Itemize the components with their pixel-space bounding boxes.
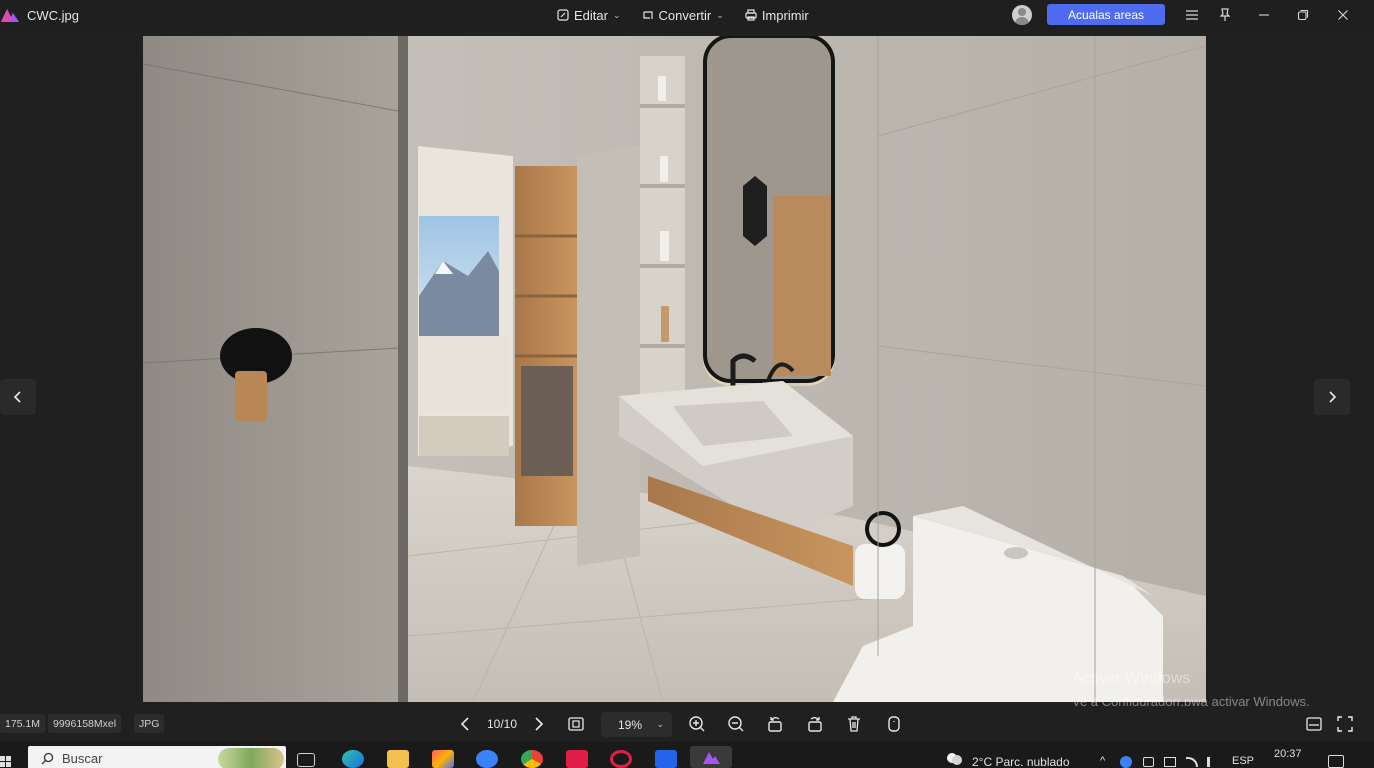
activation-watermark-title: Activer Windows	[1072, 670, 1191, 687]
format-badge: JPG	[134, 714, 165, 733]
device-frame-icon	[888, 716, 900, 732]
os-taskbar: Buscar 2°C Parc. nublado ^ ESP 20:37	[0, 742, 1374, 768]
zoom-out-icon	[728, 716, 744, 732]
chrome-browser-icon[interactable]	[521, 750, 543, 768]
previous-image-button[interactable]	[0, 379, 36, 415]
trash-icon	[848, 716, 860, 732]
windows-start-icon[interactable]	[0, 756, 12, 768]
app-logo-icon	[703, 752, 720, 764]
zoom-out-button[interactable]	[726, 714, 746, 734]
rotate-left-icon	[768, 717, 782, 732]
app-logo-icon	[1, 9, 19, 22]
filmstrip-icon	[1306, 717, 1322, 731]
battery-icon[interactable]	[1164, 757, 1176, 767]
window-title: CWC.jpg	[27, 8, 80, 23]
active-viewer-app-icon[interactable]	[690, 746, 732, 768]
photos-app-icon[interactable]	[432, 750, 454, 768]
bottom-toolbar: 175.1M 9996158Mxel JPG 10/10 19% ⌄	[0, 706, 1374, 742]
fit-window-icon	[568, 717, 584, 731]
chevron-down-icon: ⌄	[612, 9, 621, 20]
edit-label: Editar	[574, 7, 608, 23]
task-view-icon[interactable]	[297, 753, 315, 767]
volume-icon[interactable]	[1207, 757, 1219, 767]
info-button[interactable]	[884, 714, 904, 734]
edit-icon	[557, 9, 569, 21]
user-avatar[interactable]	[1012, 5, 1032, 25]
title-toolbar: Editar ⌄ Convertir ⌄ Imprimir	[556, 5, 809, 25]
image-viewer-window: CWC.jpg Editar ⌄ Convertir ⌄ Imprimir Ac…	[0, 0, 1374, 768]
fit-to-window-button[interactable]	[566, 714, 586, 734]
chevron-left-icon	[460, 717, 469, 731]
menu-icon[interactable]	[1181, 4, 1203, 26]
minimize-icon[interactable]	[1253, 4, 1275, 26]
app-icon-blue[interactable]	[476, 750, 498, 768]
fullscreen-icon	[1337, 716, 1353, 732]
page-indicator: 10/10	[487, 717, 518, 731]
tray-chevron-icon[interactable]: ^	[1100, 755, 1105, 767]
print-label: Imprimir	[761, 7, 809, 23]
zoom-dropdown[interactable]: 19% ⌄	[601, 712, 672, 737]
tray-app-icon[interactable]	[1120, 756, 1132, 768]
network-icon[interactable]	[1143, 757, 1154, 767]
rotate-right-button[interactable]	[805, 714, 825, 734]
file-explorer-icon[interactable]	[387, 750, 409, 768]
convert-icon	[642, 11, 653, 19]
image-canvas	[0, 30, 1374, 706]
search-highlight-image	[218, 748, 284, 768]
opera-browser-icon[interactable]	[610, 750, 632, 768]
chevron-down-icon: ⌄	[656, 719, 664, 729]
title-bar: CWC.jpg Editar ⌄ Convertir ⌄ Imprimir Ac…	[0, 0, 1374, 30]
close-icon[interactable]	[1332, 4, 1354, 26]
search-icon	[41, 752, 54, 764]
chevron-down-icon: ⌄	[716, 9, 724, 20]
file-size-badge: 175.1M	[0, 714, 46, 733]
zoom-in-button[interactable]	[687, 714, 707, 734]
edge-browser-icon[interactable]	[342, 750, 364, 768]
update-button[interactable]: Acualas areas	[1047, 4, 1165, 25]
search-placeholder: Buscar	[62, 750, 103, 766]
print-button[interactable]: Imprimir	[744, 8, 809, 23]
notifications-icon[interactable]	[1328, 755, 1344, 768]
rotate-left-button[interactable]	[765, 714, 785, 734]
edit-button[interactable]: Editar ⌄	[556, 8, 621, 23]
previous-page-button[interactable]	[456, 714, 476, 734]
store-app-icon[interactable]	[655, 750, 677, 768]
dimensions-badge: 9996158Mxel	[48, 714, 122, 733]
zoom-in-icon	[689, 716, 705, 732]
convert-button[interactable]: Convertir ⌄	[641, 8, 724, 23]
wifi-icon[interactable]	[1186, 757, 1198, 767]
next-page-button[interactable]	[528, 714, 548, 734]
weather-text: 2°C Parc. nublado	[972, 755, 1070, 768]
fullscreen-button[interactable]	[1335, 714, 1355, 734]
pdf-app-icon[interactable]	[566, 750, 588, 768]
bathroom-photo	[143, 36, 1206, 702]
chevron-left-icon	[13, 391, 21, 403]
clock-time[interactable]: 20:37	[1274, 748, 1302, 760]
filmstrip-button[interactable]	[1304, 714, 1324, 734]
print-icon	[745, 9, 757, 21]
chevron-right-icon	[535, 717, 544, 731]
restore-icon[interactable]	[1292, 4, 1314, 26]
taskbar-search[interactable]: Buscar	[28, 746, 286, 768]
rotate-right-icon	[808, 717, 822, 732]
convert-label: Convertir	[658, 7, 712, 23]
next-image-button[interactable]	[1314, 379, 1350, 415]
language-indicator[interactable]: ESP	[1232, 755, 1254, 767]
pin-icon[interactable]	[1214, 4, 1236, 26]
zoom-value: 19%	[618, 717, 643, 732]
chevron-right-icon	[1329, 391, 1337, 403]
weather-icon	[947, 753, 962, 765]
delete-button[interactable]	[844, 714, 864, 734]
